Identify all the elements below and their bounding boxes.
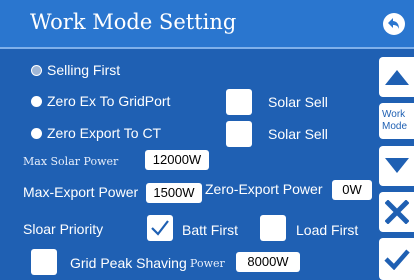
selling-first-label: Selling First <box>47 62 121 78</box>
gridport-solar-sell-label: Solar Sell <box>268 94 328 110</box>
title-bar: Work Mode Setting <box>0 0 414 47</box>
down-button[interactable] <box>379 146 414 186</box>
back-button[interactable] <box>383 13 405 35</box>
zero-ex-gridport-label: Zero Ex To GridPort <box>47 93 171 109</box>
ct-solar-sell-checkbox[interactable] <box>226 121 252 147</box>
selling-first-radio[interactable] <box>31 65 42 76</box>
load-first-label: Load First <box>296 222 359 238</box>
max-solar-power-label: Max Solar Power <box>23 155 119 168</box>
max-export-power-label: Max-Export Power <box>23 184 139 200</box>
back-arrow-icon <box>388 18 399 29</box>
up-button[interactable] <box>379 57 414 97</box>
up-arrow-icon <box>385 70 409 85</box>
page-title: Work Mode Setting <box>30 10 237 34</box>
side-page-label-line1: Work <box>382 109 406 120</box>
cancel-button[interactable] <box>379 192 414 232</box>
zero-export-ct-label: Zero Export To CT <box>47 125 162 141</box>
gridport-solar-sell-checkbox[interactable] <box>226 89 252 115</box>
side-page-label: Work Mode <box>379 103 414 139</box>
solar-priority-label: Sloar Priority <box>23 221 104 237</box>
load-first-checkbox[interactable] <box>260 215 286 241</box>
max-export-power-input[interactable]: 1500W <box>146 183 202 203</box>
down-arrow-icon <box>385 158 409 173</box>
grid-peak-shaving-input[interactable]: 8000W <box>236 252 300 272</box>
zero-ex-gridport-radio[interactable] <box>31 96 42 107</box>
ct-solar-sell-label: Solar Sell <box>268 126 328 142</box>
confirm-button[interactable] <box>379 238 414 280</box>
confirm-icon <box>384 249 410 270</box>
title-divider <box>0 47 414 49</box>
zero-export-power-input[interactable]: 0W <box>332 180 372 200</box>
checkmark-icon <box>151 220 169 236</box>
cancel-icon <box>385 200 409 224</box>
zero-export-ct-radio[interactable] <box>31 128 42 139</box>
grid-peak-shaving-checkbox[interactable] <box>31 249 57 275</box>
grid-peak-shaving-power-label: Power <box>190 257 225 270</box>
batt-first-label: Batt First <box>182 222 239 238</box>
max-solar-power-input[interactable]: 12000W <box>145 150 209 170</box>
zero-export-power-label: Zero-Export Power <box>205 181 323 197</box>
batt-first-checkbox[interactable] <box>147 215 173 241</box>
grid-peak-shaving-label: Grid Peak Shaving <box>70 255 187 271</box>
side-page-label-line2: Mode <box>382 121 408 132</box>
